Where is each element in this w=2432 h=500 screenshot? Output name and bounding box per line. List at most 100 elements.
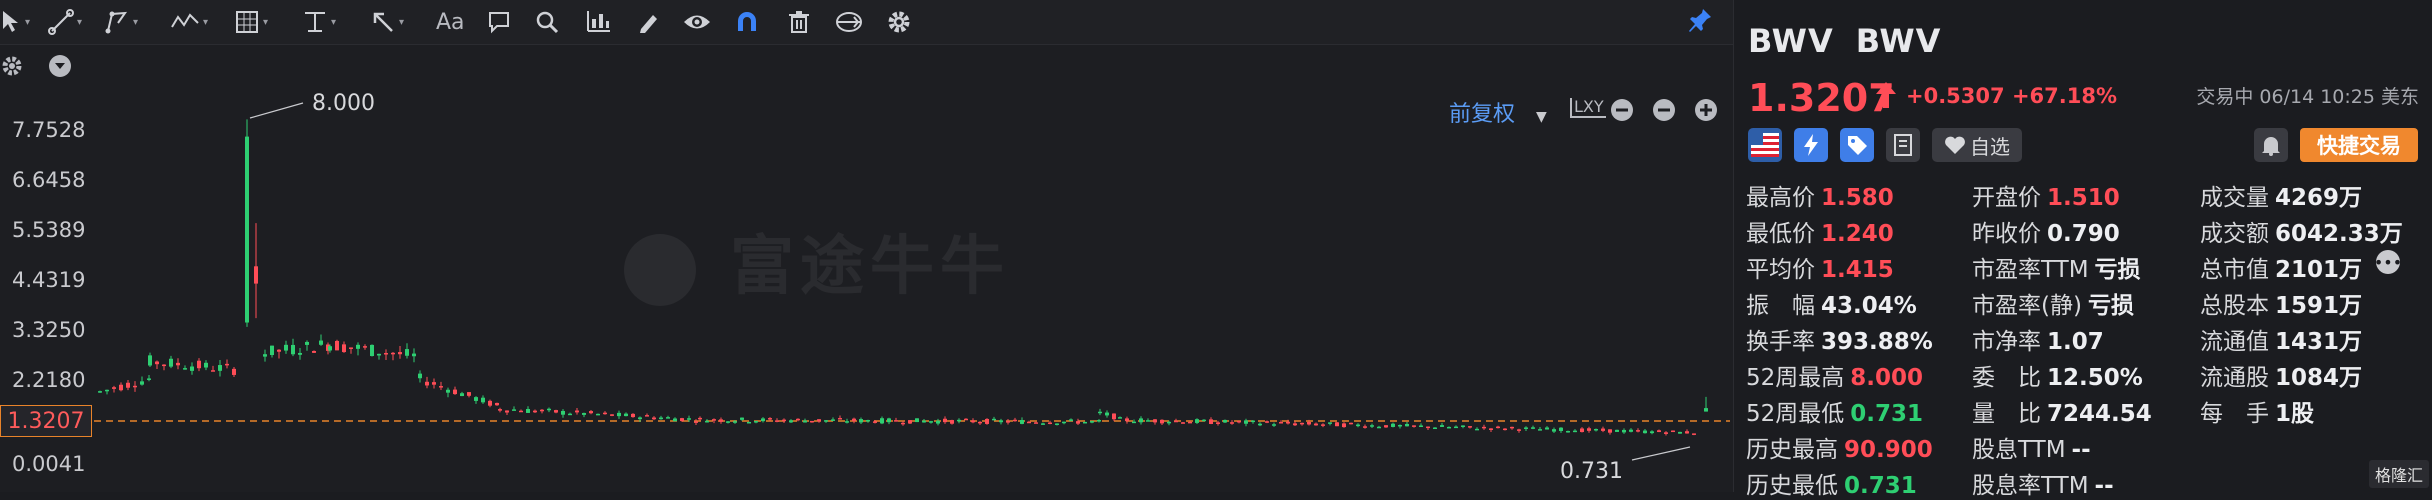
candle-body: [1097, 420, 1101, 422]
candle-body: [1251, 420, 1255, 423]
candle-body: [705, 420, 709, 423]
candle-body: [575, 410, 579, 413]
stat-label: 流通值: [2200, 329, 2269, 355]
candle-body: [838, 418, 842, 420]
lightning-icon[interactable]: [1794, 128, 1828, 162]
quick-trade-button[interactable]: 快捷交易: [2300, 128, 2418, 162]
candle-body: [1244, 420, 1248, 424]
candle-body: [284, 344, 288, 351]
candle-body: [432, 382, 436, 385]
candle-body: [652, 417, 656, 420]
candle-body: [1678, 431, 1682, 434]
candle-body: [726, 421, 730, 423]
stat-label: 委 比: [1972, 365, 2041, 391]
candle-body: [1041, 423, 1045, 425]
candle-body: [610, 414, 614, 416]
stat-value: 4269万: [2275, 185, 2363, 211]
candle-body: [789, 420, 793, 423]
candle-body: [719, 419, 723, 422]
candle-body: [1223, 419, 1227, 423]
candle-body: [1657, 430, 1661, 432]
candle-body: [1601, 428, 1605, 431]
candle-body: [866, 419, 870, 422]
candle-body: [505, 410, 509, 413]
candle-body: [1412, 425, 1416, 427]
stat-item: 历史最高 90.900: [1746, 430, 1933, 464]
candle-body: [1363, 426, 1367, 428]
candle-body: [439, 386, 443, 388]
candle-body: [1272, 424, 1276, 426]
candle-body: [645, 415, 649, 417]
candle-body: [356, 344, 360, 349]
candle-body: [1545, 427, 1549, 430]
stat-item: 委 比 12.50%: [1972, 358, 2143, 392]
candle-body: [162, 364, 166, 367]
candle-body: [775, 420, 779, 422]
stat-value: 8.000: [1850, 365, 1924, 391]
candle-body: [148, 355, 152, 366]
candle-body: [305, 341, 309, 345]
stat-label: 52周最高: [1746, 365, 1845, 391]
candle-body: [342, 344, 346, 353]
candle-body: [1188, 421, 1192, 424]
candle-body: [1482, 426, 1486, 429]
candle-body: [985, 418, 989, 424]
candle-body: [673, 418, 677, 422]
candle-body: [112, 387, 116, 389]
candle-body: [391, 352, 395, 355]
candlestick-chart[interactable]: 8.000 0.731: [0, 0, 1733, 492]
candle-body: [453, 389, 457, 395]
candle-body: [1328, 422, 1332, 424]
candle-body: [1419, 425, 1423, 427]
candle-body: [140, 381, 144, 385]
stat-label: 股息TTM: [1972, 437, 2066, 463]
stat-item: 市盈率(静) 亏损: [1972, 286, 2134, 320]
candle-body: [698, 417, 702, 420]
candle-body: [1587, 428, 1591, 431]
heart-icon: [1945, 136, 1965, 154]
candle-body: [859, 419, 863, 423]
candle-body: [1160, 419, 1164, 424]
candle-body: [1461, 425, 1465, 427]
stat-label: 总市值: [2200, 257, 2269, 283]
stat-item: 52周最高 8.000: [1746, 358, 1923, 392]
candle-body: [1636, 430, 1640, 432]
candle-body: [1559, 427, 1563, 431]
add-watchlist-button[interactable]: 自选: [1932, 128, 2022, 162]
candle-body: [245, 136, 249, 323]
up-arrow-icon: [1874, 80, 1898, 118]
candle-body: [105, 389, 109, 392]
more-icon[interactable]: •••: [2374, 250, 2402, 274]
stat-item: 总股本 1591万: [2200, 286, 2362, 320]
candle-body: [733, 421, 737, 423]
stat-label: 最高价: [1746, 185, 1815, 211]
candle-body: [782, 419, 786, 422]
candle-body: [1279, 422, 1283, 424]
stat-value: 1591万: [2275, 293, 2363, 319]
stat-value: 0.790: [2047, 221, 2120, 247]
high-annotation-leader: [249, 102, 304, 119]
candle-body: [1489, 428, 1493, 431]
candle-body: [1286, 421, 1290, 424]
candle-body: [384, 353, 388, 355]
stat-label: 成交额: [2200, 221, 2269, 247]
candle-body: [254, 266, 258, 284]
stat-label: 市盈率TTM: [1972, 257, 2089, 283]
candle-body: [1608, 429, 1612, 433]
candle-body: [512, 409, 516, 411]
candle-body: [1307, 421, 1311, 425]
candle-body: [1580, 428, 1584, 433]
candle-body: [319, 340, 323, 345]
candle-body: [298, 352, 302, 355]
candle-body: [1055, 423, 1059, 425]
candle-body: [596, 413, 600, 416]
candle-body: [915, 418, 919, 423]
candle-body: [1132, 421, 1136, 424]
us-flag-icon[interactable]: [1748, 128, 1782, 162]
tag-icon[interactable]: [1840, 128, 1874, 162]
candle-body: [418, 373, 422, 379]
stat-value: 亏损: [2087, 293, 2134, 319]
alert-bell-icon[interactable]: [2254, 128, 2288, 162]
note-icon[interactable]: [1886, 128, 1920, 162]
stat-label: 振 幅: [1746, 293, 1815, 319]
